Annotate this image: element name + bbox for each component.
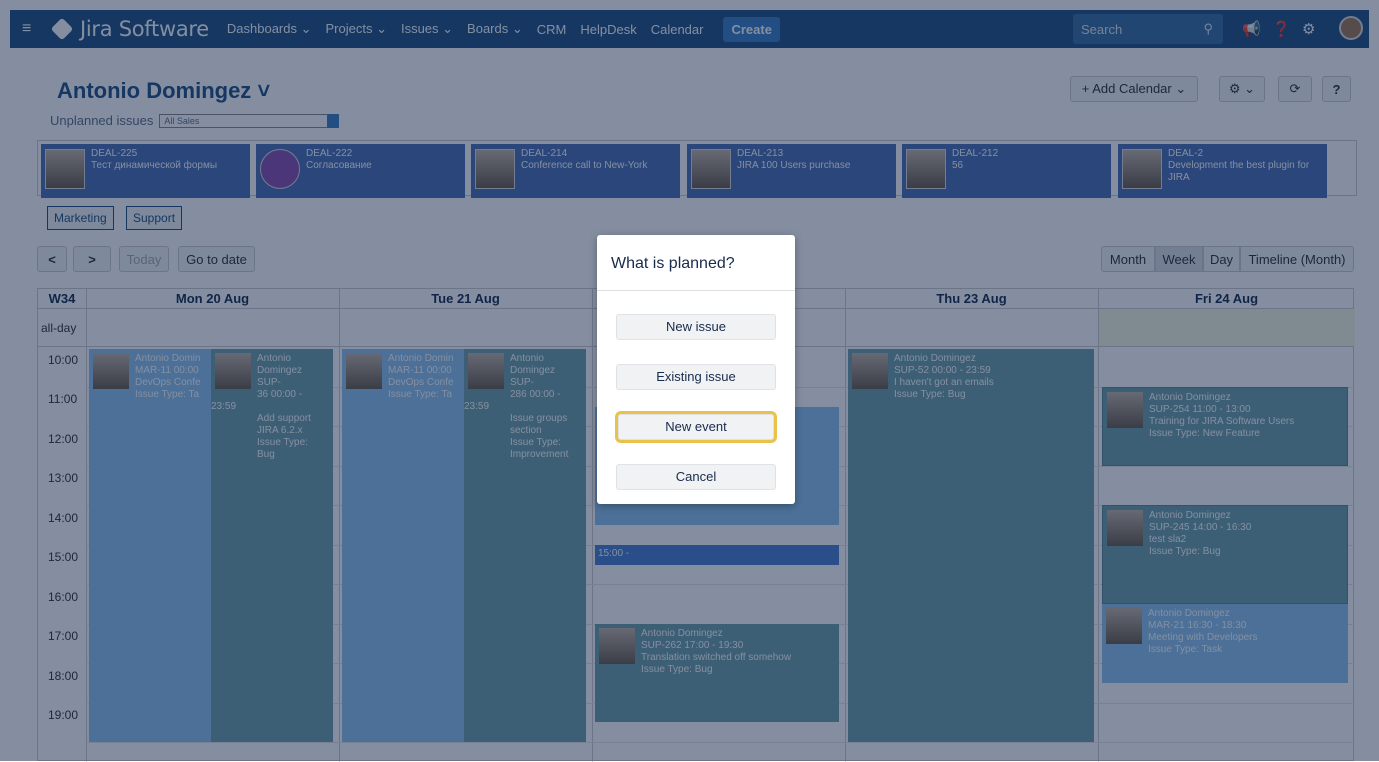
cancel-button[interactable]: Cancel bbox=[616, 464, 776, 490]
dialog-title: What is planned? bbox=[611, 255, 735, 272]
existing-issue-button[interactable]: Existing issue bbox=[616, 364, 776, 390]
divider bbox=[597, 290, 795, 291]
planning-dialog: What is planned? New issue Existing issu… bbox=[597, 235, 795, 504]
new-event-button[interactable]: New event bbox=[615, 411, 777, 443]
new-issue-button[interactable]: New issue bbox=[616, 314, 776, 340]
